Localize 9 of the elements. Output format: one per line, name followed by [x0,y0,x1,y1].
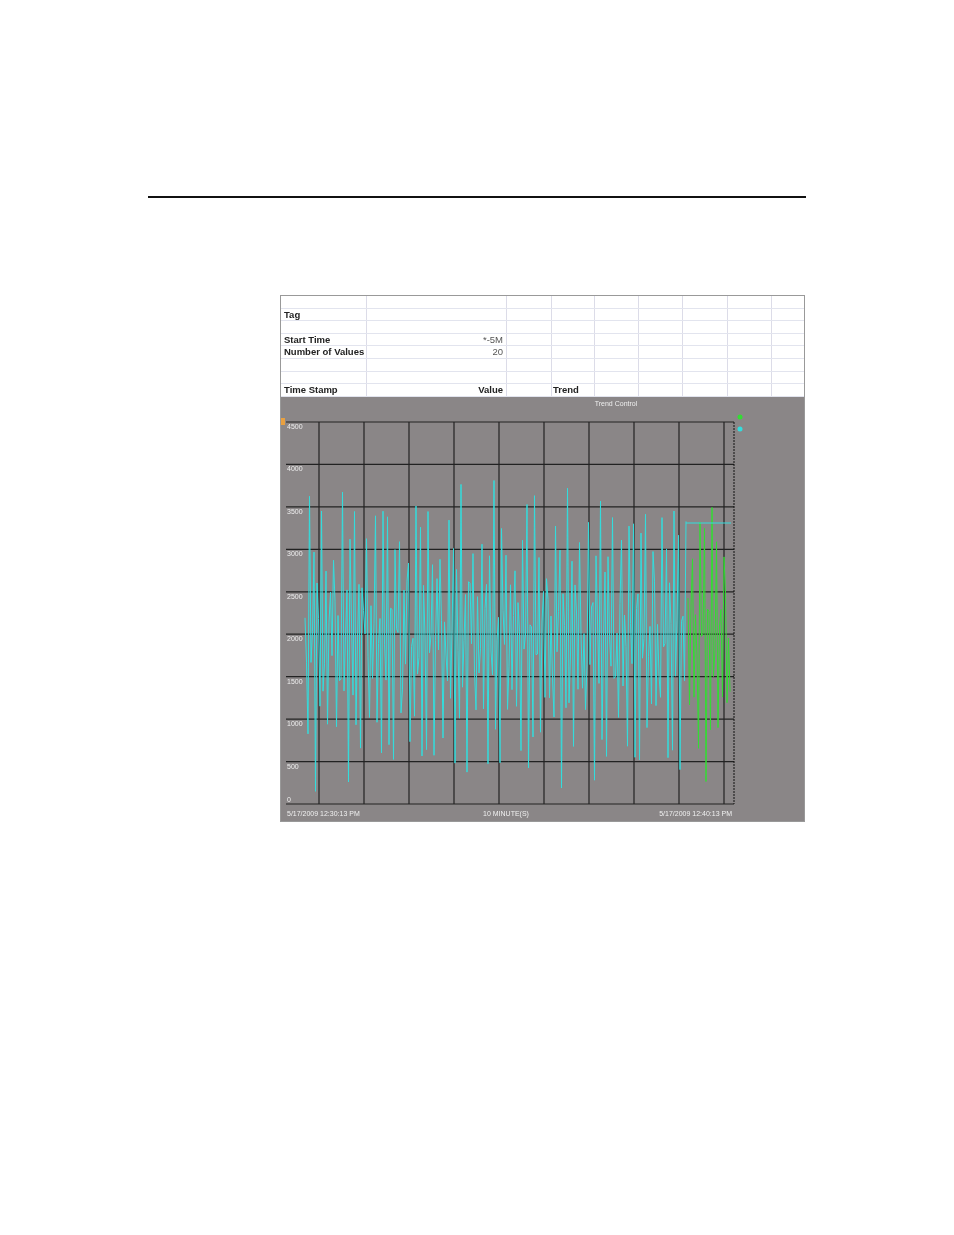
column-heading: Trend [553,384,579,396]
cell-value: Value [478,384,503,396]
row-label: Start Time [284,333,331,346]
marker-icon [281,417,285,425]
row-label: Number of Values [284,346,365,358]
cell-value: *-5M [482,333,503,346]
row-label: Tag [284,308,301,321]
cell-value: 20 [492,346,503,358]
row-label: Time Stamp [284,384,338,396]
